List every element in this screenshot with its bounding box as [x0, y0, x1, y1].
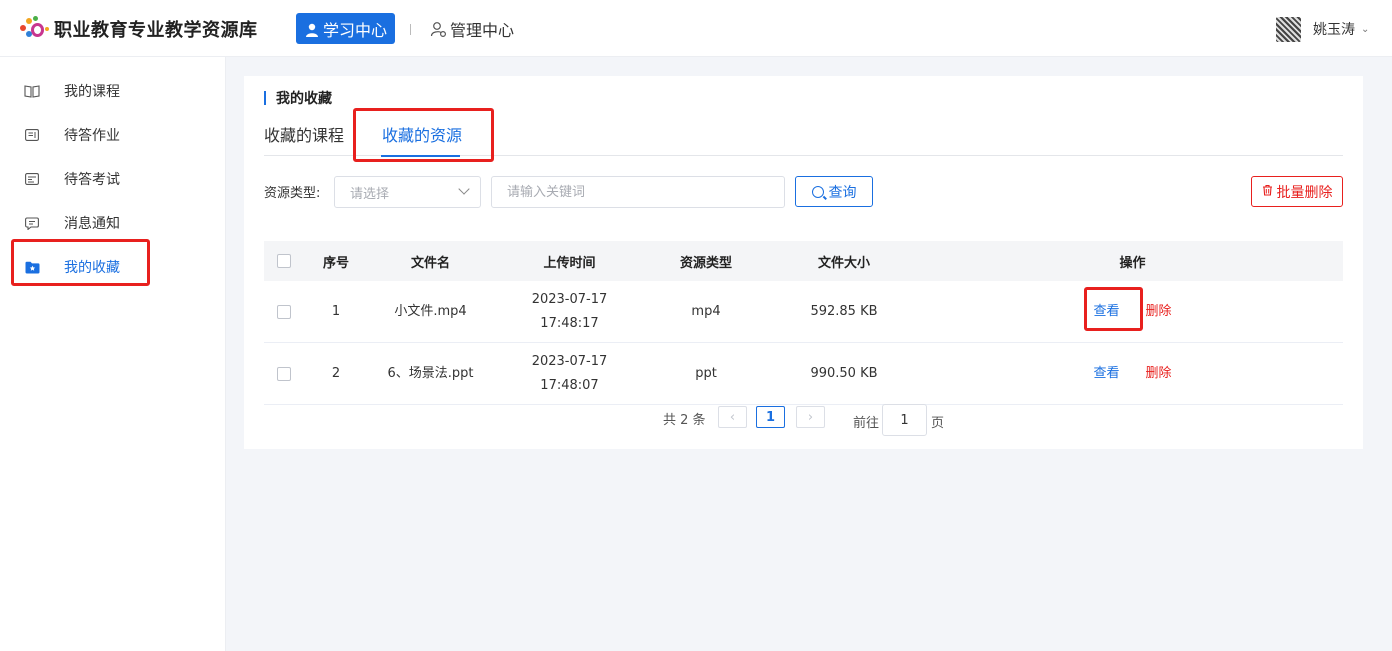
nav-learning-center[interactable]: 学习中心 — [296, 13, 396, 44]
view-button[interactable]: 查看 — [1093, 300, 1119, 324]
column-header-file-size: 文件大小 — [817, 255, 870, 271]
row-select-cell — [264, 343, 304, 405]
row-resource-type: ppt — [695, 366, 717, 381]
chevron-left-icon: ‹ — [729, 409, 736, 425]
nav-management-center[interactable]: 管理中心 — [430, 17, 514, 41]
resource-type-label: 资源类型: — [264, 186, 321, 201]
sidebar-item-messages[interactable]: 消息通知 — [24, 211, 120, 235]
user-settings-icon — [430, 21, 447, 38]
row-checkbox[interactable] — [277, 367, 291, 381]
column-header-index: 序号 — [322, 255, 349, 271]
view-button[interactable]: 查看 — [1093, 362, 1119, 386]
sidebar-item-label: 我的课程 — [64, 84, 120, 100]
app-logo[interactable]: 职业教育专业教学资源库 — [20, 16, 258, 42]
resource-type-placeholder: 请选择 — [350, 186, 390, 202]
message-icon — [24, 215, 40, 231]
sidebar-item-pending-exams[interactable]: 待答考试 — [24, 167, 120, 191]
row-select-cell — [264, 281, 304, 343]
user-menu[interactable]: 姚玉涛 ⌄ — [1276, 16, 1369, 42]
table-row: 2 6、场景法.ppt 2023-07-17 17:48:07 ppt 990.… — [264, 343, 1343, 405]
resource-type-select[interactable]: 请选择 — [334, 176, 481, 208]
pagination-next-button[interactable]: › — [796, 406, 825, 428]
sidebar-item-label: 待答考试 — [64, 172, 120, 188]
tab-active-indicator — [381, 155, 460, 157]
row-file-name: 小文件.mp4 — [394, 304, 467, 319]
search-icon — [811, 185, 824, 198]
column-header-upload-time: 上传时间 — [543, 255, 596, 271]
sidebar-item-pending-homework[interactable]: 待答作业 — [24, 123, 120, 147]
sidebar-item-label: 消息通知 — [64, 216, 120, 232]
page-title: 我的收藏 — [264, 89, 332, 107]
batch-delete-label: 批量删除 — [1276, 184, 1333, 201]
user-name: 姚玉涛 — [1313, 22, 1355, 38]
row-file-size: 990.50 KB — [810, 366, 878, 381]
table-row: 1 小文件.mp4 2023-07-17 17:48:17 mp4 592.85… — [264, 281, 1343, 343]
nav-management-center-label: 管理中心 — [450, 21, 515, 40]
avatar — [1276, 16, 1301, 42]
favorites-panel: 我的收藏 收藏的课程 收藏的资源 资源类型: 请选择 查询 批量删除 序号 文件… — [244, 76, 1363, 449]
keyword-search-input[interactable] — [491, 176, 785, 208]
exam-icon — [24, 171, 40, 187]
delete-button[interactable]: 删除 — [1146, 300, 1172, 324]
column-header-actions: 操作 — [1119, 255, 1146, 271]
row-index: 1 — [331, 304, 341, 319]
search-button[interactable]: 查询 — [795, 176, 873, 207]
pagination-goto-input[interactable] — [882, 404, 927, 436]
nav-learning-center-label: 学习中心 — [323, 20, 388, 40]
app-title: 职业教育专业教学资源库 — [54, 20, 258, 41]
pagination-page-current[interactable]: 1 — [756, 406, 785, 428]
tab-favorite-courses[interactable]: 收藏的课程 — [264, 123, 344, 145]
row-upload-time: 2023-07-17 17:48:07 — [531, 354, 608, 393]
trash-icon — [1262, 184, 1273, 200]
pagination-prev-button[interactable]: ‹ — [718, 406, 747, 428]
favorite-folder-icon — [24, 259, 40, 275]
search-button-label: 查询 — [828, 184, 857, 201]
book-open-icon — [24, 83, 40, 99]
row-index: 2 — [331, 366, 341, 381]
user-icon — [305, 22, 319, 37]
row-actions: 查看 删除 — [922, 281, 1343, 343]
column-header-resource-type: 资源类型 — [679, 255, 732, 271]
sidebar-item-label: 我的收藏 — [64, 260, 120, 276]
sidebar-item-my-favorites[interactable]: 我的收藏 — [24, 255, 120, 279]
delete-button[interactable]: 删除 — [1146, 362, 1172, 386]
sidebar: 我的课程 待答作业 待答考试 消息通知 我的收藏 — [0, 57, 226, 651]
sidebar-item-my-courses[interactable]: 我的课程 — [24, 79, 120, 103]
select-all-cell — [264, 241, 304, 281]
chevron-down-icon: ⌄ — [1361, 23, 1370, 35]
pagination-page-unit: 页 — [931, 416, 945, 431]
sidebar-item-label: 待答作业 — [64, 128, 120, 144]
pagination-total: 共 2 条 — [663, 412, 706, 428]
top-header: 职业教育专业教学资源库 学习中心 管理中心 姚玉涛 ⌄ — [0, 0, 1392, 57]
assignment-icon — [24, 127, 40, 143]
row-checkbox[interactable] — [277, 305, 291, 319]
pagination-goto-label: 前往 — [853, 416, 880, 431]
row-resource-type: mp4 — [691, 304, 721, 319]
column-header-name: 文件名 — [410, 255, 450, 271]
row-actions: 查看 删除 — [922, 343, 1343, 405]
tab-favorite-resources[interactable]: 收藏的资源 — [382, 123, 462, 145]
logo-icon — [20, 16, 50, 42]
row-file-name: 6、场景法.ppt — [387, 366, 474, 381]
row-file-size: 592.85 KB — [810, 304, 878, 319]
nav-divider — [410, 24, 411, 35]
select-all-checkbox[interactable] — [277, 254, 291, 268]
chevron-down-icon — [458, 183, 470, 195]
table-header: 序号 文件名 上传时间 资源类型 文件大小 操作 — [264, 241, 1343, 281]
chevron-right-icon: › — [807, 409, 814, 425]
row-upload-time: 2023-07-17 17:48:17 — [531, 292, 608, 331]
batch-delete-button[interactable]: 批量删除 — [1251, 176, 1343, 207]
